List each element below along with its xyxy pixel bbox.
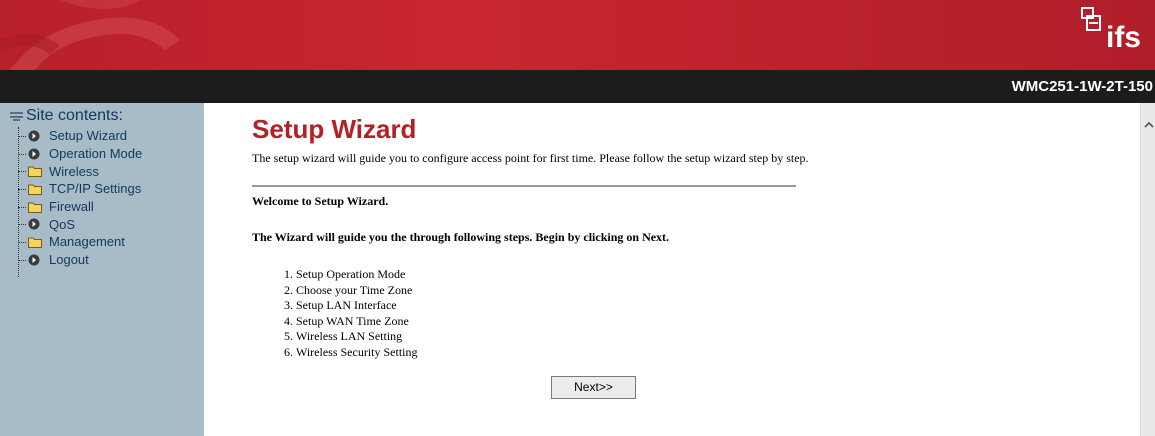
tree-connector [18,127,20,277]
wizard-step: Setup WAN Time Zone [296,314,418,330]
arrow-circle-icon [28,218,40,230]
sidebar: Site contents: Setup Wizard Operation Mo… [0,103,204,436]
header-banner: ifs [0,0,1155,70]
next-button[interactable]: Next>> [551,376,636,399]
folder-icon [28,202,42,213]
folder-icon [28,184,42,195]
sidebar-item-qos[interactable]: QoS [18,215,142,233]
sidebar-item-label: Logout [49,252,89,268]
wizard-step: Setup Operation Mode [296,267,418,283]
main-content: Setup Wizard The setup wizard will guide… [204,103,1140,436]
wizard-description: The setup wizard will guide you to confi… [252,151,809,165]
welcome-text: Welcome to Setup Wizard. [252,194,389,208]
arrow-circle-icon [28,130,40,142]
folder-icon [28,166,42,178]
sidebar-item-label: Management [49,234,125,250]
folder-icon [28,237,42,248]
sidebar-item-management[interactable]: Management [18,233,142,251]
sidebar-item-label: Setup Wizard [49,128,128,144]
sidebar-item-label: Operation Mode [49,146,143,162]
sidebar-item-label: TCP/IP Settings [49,181,142,197]
arrow-circle-icon [28,254,40,266]
sidebar-item-label: QoS [49,216,76,232]
sidebar-item-label: Wireless [49,163,99,179]
arrow-circle-icon [28,148,40,160]
sidebar-item-operation-mode[interactable]: Operation Mode [18,145,143,163]
wizard-steps-list: Setup Operation Mode Choose your Time Zo… [252,267,418,361]
model-name: WMC251-1W-2T-150 [1011,78,1153,95]
guide-text: The Wizard will guide you the through fo… [252,230,670,244]
page-title: Setup Wizard [252,114,417,144]
sidebar-item-logout[interactable]: Logout [18,251,142,269]
vertical-scrollbar[interactable] [1140,103,1155,436]
wizard-step: Choose your Time Zone [296,283,418,299]
computer-icon [10,111,23,121]
logo-mark-icon [1080,7,1101,31]
site-contents-label: Site contents: [26,107,123,124]
sidebar-item-wireless[interactable]: Wireless [18,162,142,180]
site-contents-root: Site contents: [10,107,123,125]
banner-decoration-icon [0,0,180,70]
logo-text: ifs [1105,21,1141,54]
wizard-step: Wireless Security Setting [296,345,418,361]
sidebar-item-firewall[interactable]: Firewall [18,198,142,216]
divider [252,185,796,187]
sidebar-item-label: Firewall [49,199,94,215]
wizard-step: Setup LAN Interface [296,298,418,314]
sidebar-tree: Setup Wizard Operation Mode Wireless TCP… [18,127,143,277]
scroll-up-icon[interactable] [1141,117,1155,131]
wizard-step: Wireless LAN Setting [296,329,418,345]
model-bar: WMC251-1W-2T-150 [0,70,1155,103]
ifs-logo: ifs [1080,7,1141,58]
sidebar-item-tcpip-settings[interactable]: TCP/IP Settings [18,180,142,198]
sidebar-item-setup-wizard[interactable]: Setup Wizard [18,127,142,145]
